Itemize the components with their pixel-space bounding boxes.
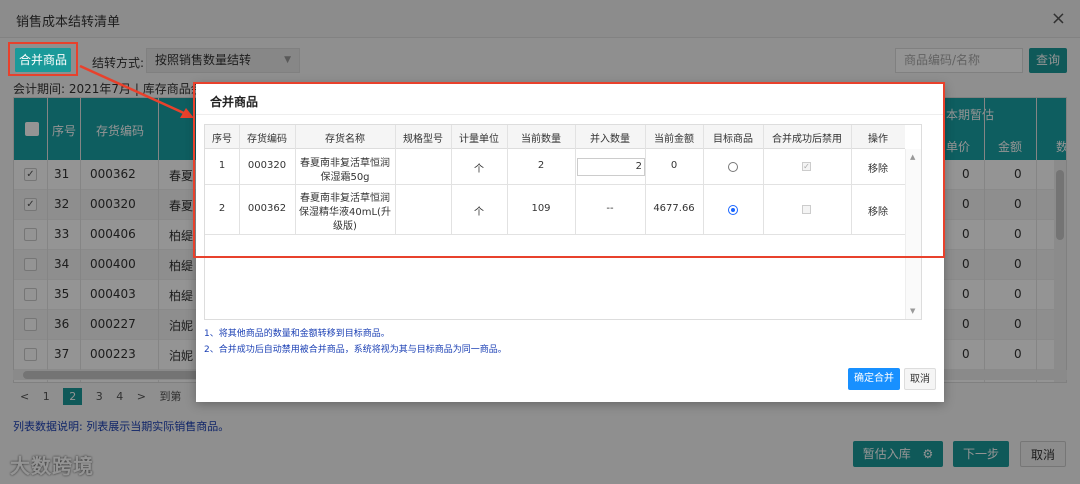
scroll-down-icon[interactable]: ▼ [910, 307, 915, 315]
merge-note-1: 1、将其他商品的数量和金额转移到目标商品。 [204, 329, 390, 339]
merge-note-2: 2、合并成功后自动禁用被合并商品，系统将视为其与目标商品为同一商品。 [204, 345, 507, 355]
confirm-merge-button[interactable]: 确定合并 [848, 368, 900, 390]
dialog-cancel-button[interactable]: 取消 [904, 368, 936, 390]
highlight-box [193, 82, 945, 258]
